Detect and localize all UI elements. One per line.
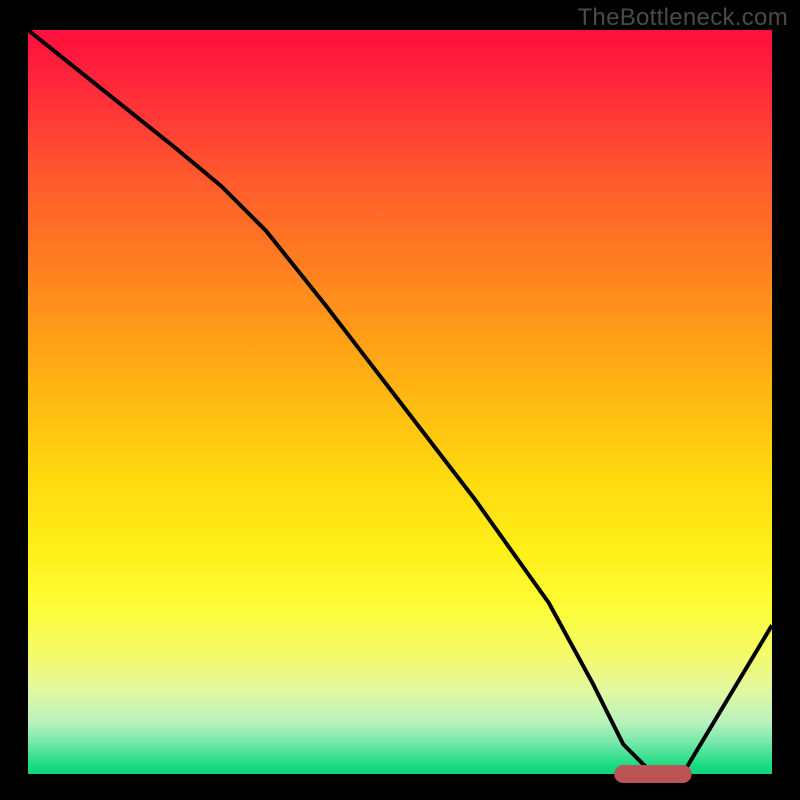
bottleneck-curve bbox=[28, 30, 772, 774]
chart-svg bbox=[28, 30, 772, 774]
chart-frame: TheBottleneck.com bbox=[0, 0, 800, 800]
watermark-text: TheBottleneck.com bbox=[577, 4, 788, 32]
plot-area bbox=[28, 30, 772, 774]
